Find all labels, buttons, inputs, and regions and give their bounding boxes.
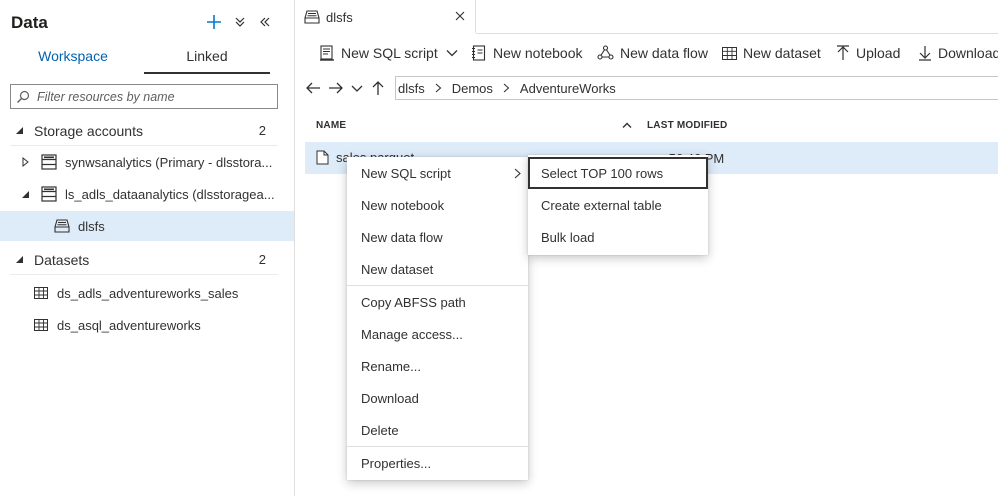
tree-item-label: synwsanalytics (Primary - dlsstora... [65,155,273,170]
caret-expanded-icon[interactable] [20,189,30,199]
menu-item-rename[interactable]: Rename... [347,350,528,382]
table-icon [34,319,48,331]
section-label: Storage accounts [34,123,143,139]
filter-input[interactable] [35,87,275,106]
new-sql-script-button[interactable]: New SQL script [319,42,458,64]
section-count: 2 [258,252,266,267]
tree-item-dlsfs[interactable]: dlsfs [0,211,294,241]
breadcrumb-item[interactable]: Demos [452,81,493,96]
tree-item-label: ds_asql_adventureworks [57,318,201,333]
chevron-right-icon [435,83,442,93]
sort-ascending-icon[interactable] [622,121,632,129]
tree-item-label: ls_adls_dataanalytics (dlsstoragea... [65,187,275,202]
new-dataset-label: New dataset [743,45,821,61]
doc-tab-dlsfs[interactable]: dlsfs [296,0,476,33]
data-flow-icon [597,45,614,61]
panel-divider [294,0,295,496]
panel-title: Data [11,13,48,32]
section-datasets[interactable]: Datasets 2 [0,244,294,274]
notebook-icon [471,45,487,61]
section-divider [10,274,278,275]
tab-bar-border [476,33,998,34]
tab-linked[interactable]: Linked [144,48,270,72]
menu-item-delete[interactable]: Delete [347,414,528,446]
tab-workspace[interactable]: Workspace [10,48,136,72]
up-arrow-icon[interactable] [370,80,386,96]
add-icon[interactable] [204,12,224,32]
menu-item-copy-abfss-path[interactable]: Copy ABFSS path [347,286,528,318]
caret-expanded-icon[interactable] [14,254,24,264]
forward-arrow-icon[interactable] [328,80,344,96]
tree-item-dataset[interactable]: ds_adls_adventureworks_sales [0,278,294,308]
menu-item-label: New SQL script [361,165,451,181]
new-notebook-label: New notebook [493,45,583,61]
submenu-item-create-external-table[interactable]: Create external table [528,189,708,221]
context-menu: New SQL script New notebook New data flo… [347,157,528,480]
upload-icon [836,45,850,61]
container-icon [54,219,70,233]
menu-item-new-data-flow[interactable]: New data flow [347,221,528,253]
section-storage-accounts[interactable]: Storage accounts 2 [0,115,294,145]
breadcrumb-item[interactable]: AdventureWorks [520,81,616,96]
section-divider [10,145,278,146]
active-tab-indicator [144,72,270,74]
upload-button[interactable]: Upload [836,42,900,64]
tree-item-dataset[interactable]: ds_asql_adventureworks [0,310,294,340]
chevron-right-icon [503,83,510,93]
new-data-flow-button[interactable]: New data flow [597,42,708,64]
collapse-panel-icon[interactable] [255,12,275,32]
tree-item-ls-adls-dataanalytics[interactable]: ls_adls_dataanalytics (dlsstoragea... [0,179,294,209]
data-panel: Data Workspace Linked Storage accounts 2… [0,0,294,496]
history-chevron-icon[interactable] [349,80,365,96]
download-button[interactable]: Download [918,42,998,64]
new-dataset-button[interactable]: New dataset [722,42,821,64]
breadcrumb[interactable]: dlsfs Demos AdventureWorks [395,76,998,100]
filter-box[interactable] [10,84,278,109]
chevron-right-icon [514,168,521,179]
caret-expanded-icon[interactable] [14,125,24,135]
storage-account-icon [41,186,57,202]
menu-item-new-dataset[interactable]: New dataset [347,253,528,285]
menu-item-download[interactable]: Download [347,382,528,414]
breadcrumb-item[interactable]: dlsfs [398,81,425,96]
menu-item-properties[interactable]: Properties... [347,447,528,479]
filter-icon [16,90,30,104]
caret-collapsed-icon[interactable] [20,157,30,167]
download-label: Download [938,45,998,61]
storage-account-icon [41,154,57,170]
download-icon [918,45,932,61]
column-header-last-modified[interactable]: LAST MODIFIED [647,120,727,131]
submenu-new-sql-script: Select TOP 100 rows Create external tabl… [528,155,708,255]
table-icon [34,287,48,299]
table-icon [722,46,737,60]
close-icon[interactable] [454,10,466,22]
menu-item-new-sql-script[interactable]: New SQL script [347,157,528,189]
doc-tab-label: dlsfs [326,10,353,25]
menu-item-new-notebook[interactable]: New notebook [347,189,528,221]
sql-script-icon [319,45,335,61]
tree-item-label: dlsfs [78,219,105,234]
back-arrow-icon[interactable] [305,80,321,96]
submenu-item-select-top-100[interactable]: Select TOP 100 rows [528,157,708,189]
section-label: Datasets [34,252,90,268]
menu-item-manage-access[interactable]: Manage access... [347,318,528,350]
upload-label: Upload [856,45,901,61]
new-sql-script-label: New SQL script [341,45,438,61]
container-icon [304,10,320,24]
chevron-down-icon [446,49,458,57]
new-data-flow-label: New data flow [620,45,708,61]
collapse-all-icon[interactable] [230,12,250,32]
submenu-item-bulk-load[interactable]: Bulk load [528,221,708,253]
tree-item-label: ds_adls_adventureworks_sales [57,286,239,301]
section-count: 2 [258,123,266,138]
new-notebook-button[interactable]: New notebook [471,42,583,64]
column-header-name[interactable]: NAME [316,120,346,131]
file-icon [316,150,329,165]
tree-item-synwsanalytics[interactable]: synwsanalytics (Primary - dlsstora... [0,147,294,177]
